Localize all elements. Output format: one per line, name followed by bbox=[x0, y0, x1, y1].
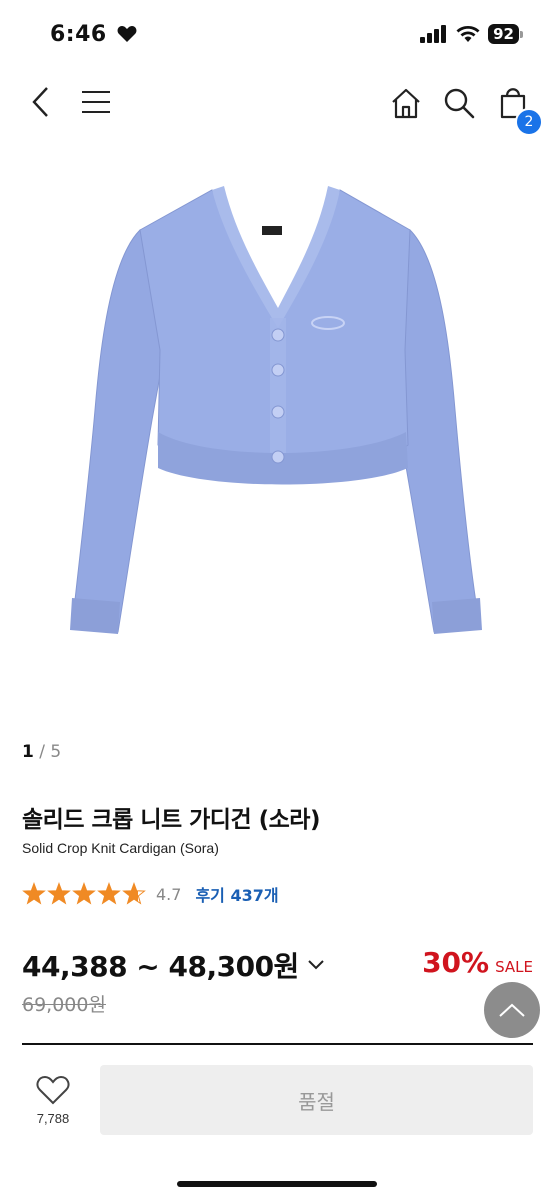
back-button[interactable] bbox=[26, 84, 56, 120]
wishlist-button[interactable]: 7,788 bbox=[18, 1075, 88, 1126]
battery-level: 92 bbox=[493, 25, 514, 43]
wish-count: 7,788 bbox=[36, 1111, 70, 1126]
cardigan-illustration bbox=[70, 186, 482, 634]
gallery-separator: / bbox=[39, 742, 45, 762]
star-icon bbox=[22, 882, 46, 905]
product-name: 솔리드 크롭 니트 가디건 (소라) bbox=[22, 807, 320, 833]
sold-out-button[interactable]: 품절 bbox=[100, 1065, 533, 1135]
cart-button[interactable]: 2 bbox=[497, 84, 543, 136]
chevron-down-icon bbox=[308, 960, 324, 970]
home-icon bbox=[392, 88, 420, 119]
star-icon bbox=[47, 882, 71, 905]
star-icon bbox=[97, 882, 121, 905]
price-range-text: 44,388 ~ 48,300원 bbox=[22, 950, 299, 983]
scroll-to-top-button[interactable] bbox=[484, 982, 540, 1038]
price-range[interactable]: 44,388 ~ 48,300원 bbox=[22, 945, 325, 985]
gallery-total: 5 bbox=[50, 742, 62, 762]
divider bbox=[22, 1043, 533, 1045]
status-indicators: 92 bbox=[420, 24, 523, 44]
product-image[interactable] bbox=[0, 150, 555, 720]
signal-icon bbox=[420, 25, 447, 43]
star-icon bbox=[72, 882, 96, 905]
home-indicator[interactable] bbox=[177, 1181, 377, 1187]
discount-badge: 30% SALE bbox=[422, 946, 533, 979]
arrow-up-icon bbox=[499, 1003, 525, 1017]
home-button[interactable] bbox=[388, 86, 424, 120]
gallery-counter: 1 / 5 bbox=[22, 742, 61, 762]
battery-icon: 92 bbox=[488, 24, 523, 44]
menu-button[interactable] bbox=[80, 86, 112, 118]
cart-count-badge: 2 bbox=[515, 108, 543, 136]
heart-icon bbox=[117, 26, 137, 42]
status-time: 6:46 bbox=[50, 22, 137, 47]
discount-percent: 30% bbox=[422, 946, 490, 979]
heart-icon bbox=[36, 1075, 70, 1105]
original-price: 69,000원 bbox=[22, 994, 106, 1016]
menu-icon bbox=[82, 91, 110, 113]
gallery-current: 1 bbox=[22, 742, 34, 762]
search-button[interactable] bbox=[441, 85, 477, 121]
product-name-english: Solid Crop Knit Cardigan (Sora) bbox=[22, 840, 219, 856]
back-icon bbox=[32, 87, 48, 117]
sale-label: SALE bbox=[495, 958, 533, 976]
wifi-icon bbox=[456, 26, 480, 42]
search-icon bbox=[444, 88, 475, 119]
rating-stars bbox=[22, 882, 146, 905]
status-time-text: 6:46 bbox=[50, 22, 107, 47]
star-icon bbox=[122, 882, 146, 905]
rating-row: 4.7 후기 437개 bbox=[22, 882, 279, 906]
review-count-link[interactable]: 후기 437개 bbox=[195, 882, 278, 906]
rating-score: 4.7 bbox=[156, 884, 182, 904]
